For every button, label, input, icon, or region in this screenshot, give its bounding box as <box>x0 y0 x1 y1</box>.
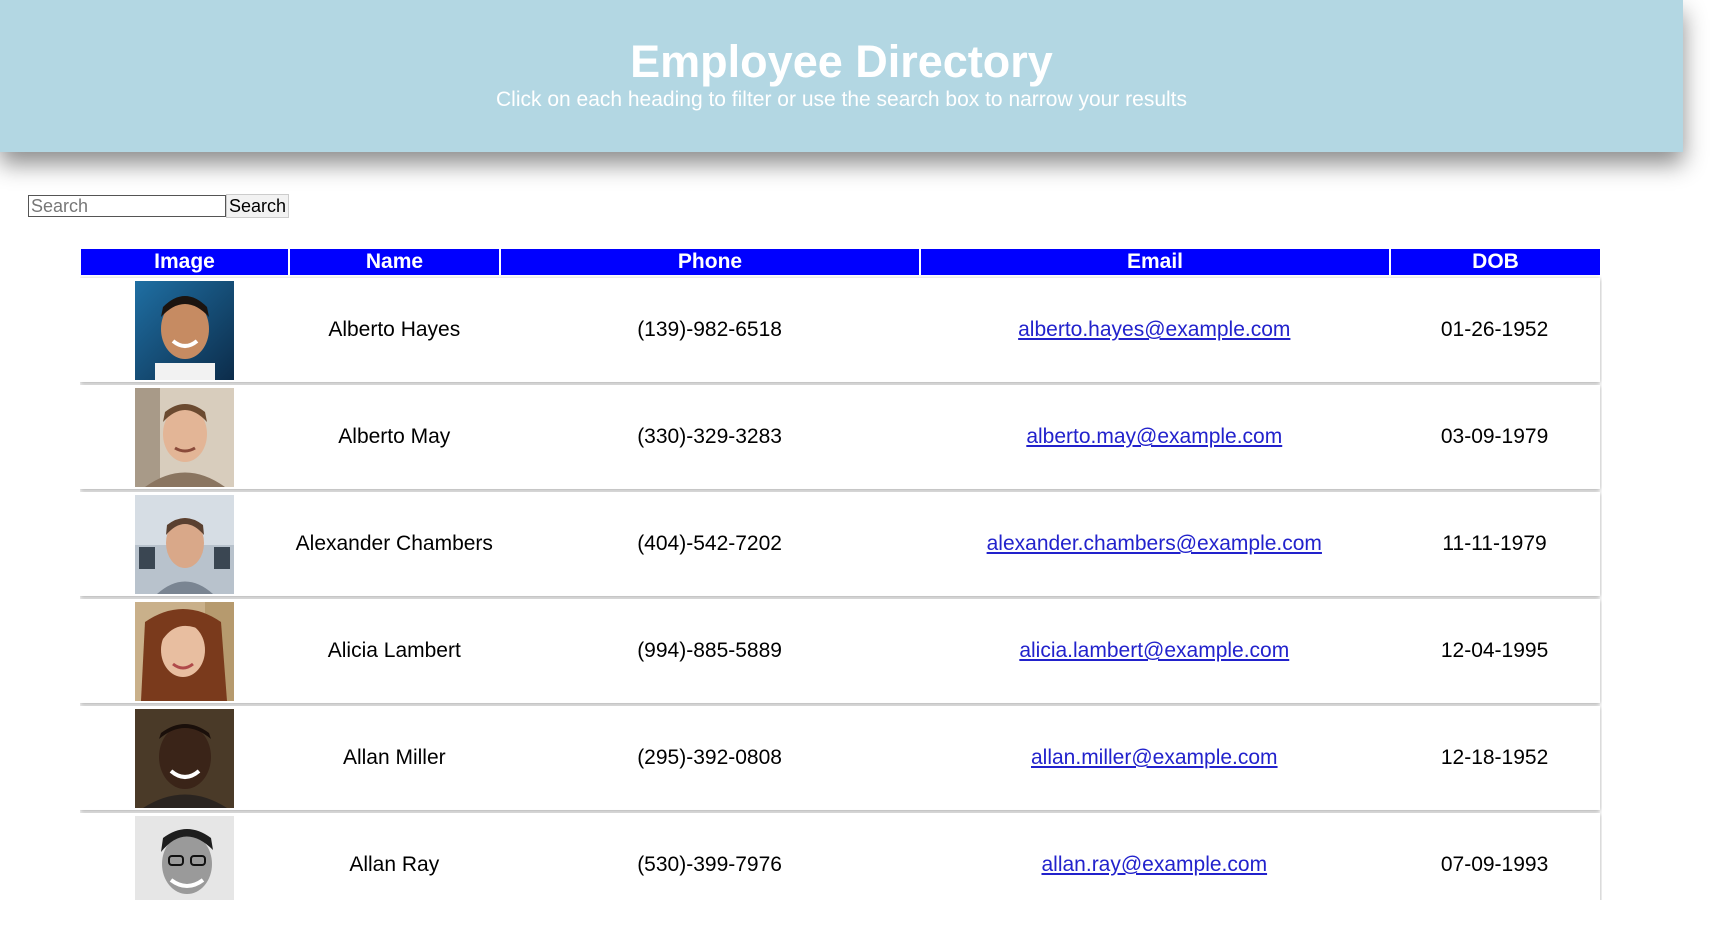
name-cell: Allan Miller <box>342 746 446 769</box>
dob-cell: 12-18-1952 <box>1440 746 1549 769</box>
name-cell: Alberto Hayes <box>328 318 461 341</box>
table-row: Alicia Lambert (994)-885-5889 alicia.lam… <box>80 599 1600 703</box>
image-cell <box>80 708 289 808</box>
phone-cell: (530)-399-7976 <box>637 853 782 876</box>
dob-cell: 11-11-1979 <box>1442 532 1547 555</box>
email-link[interactable]: alberto.may@example.com <box>1026 425 1282 448</box>
image-cell <box>80 280 289 380</box>
avatar <box>134 815 234 900</box>
search-button[interactable]: Search <box>226 194 290 218</box>
email-cell: alberto.may@example.com <box>919 425 1389 449</box>
column-header-name[interactable]: Name <box>290 249 499 275</box>
email-link[interactable]: allan.ray@example.com <box>1041 853 1267 876</box>
email-link[interactable]: alicia.lambert@example.com <box>1019 639 1289 662</box>
name-cell: Alexander Chambers <box>295 532 493 555</box>
page-title: Employee Directory <box>630 36 1053 87</box>
portrait-image <box>134 280 234 380</box>
phone-cell: (404)-542-7202 <box>637 532 782 555</box>
table-row: Alberto May (330)-329-3283 alberto.may@e… <box>80 385 1600 489</box>
email-link[interactable]: alexander.chambers@example.com <box>987 532 1322 555</box>
email-cell: alicia.lambert@example.com <box>919 639 1389 663</box>
page-subtitle: Click on each heading to filter or use t… <box>495 88 1188 111</box>
email-link[interactable]: allan.miller@example.com <box>1031 746 1278 769</box>
avatar <box>134 494 234 594</box>
email-cell: allan.miller@example.com <box>919 746 1389 770</box>
avatar <box>134 280 234 380</box>
portrait-image <box>134 494 234 594</box>
image-cell <box>80 815 289 900</box>
table-row: Alberto Hayes (139)-982-6518 alberto.hay… <box>80 278 1600 382</box>
portrait-image <box>134 601 234 701</box>
phone-cell: (139)-982-6518 <box>637 318 782 341</box>
portrait-image <box>134 708 234 808</box>
search-input[interactable] <box>28 195 226 217</box>
image-cell <box>80 387 289 487</box>
name-cell: Alberto May <box>338 425 451 448</box>
column-header-phone[interactable]: Phone <box>501 249 919 275</box>
email-cell: alberto.hayes@example.com <box>919 318 1389 342</box>
dob-cell: 07-09-1993 <box>1440 853 1549 876</box>
column-header-email[interactable]: Email <box>921 249 1389 275</box>
dob-cell: 12-04-1995 <box>1440 639 1549 662</box>
employee-table: Image Name Phone Email DOB Alberto Hayes… <box>80 249 1602 900</box>
column-header-dob[interactable]: DOB <box>1391 249 1600 275</box>
avatar <box>134 708 234 808</box>
portrait-image <box>134 387 234 487</box>
image-cell <box>80 601 289 701</box>
table-row: Alexander Chambers (404)-542-7202 alexan… <box>80 492 1600 596</box>
search-bar: Search <box>28 194 290 218</box>
email-cell: allan.ray@example.com <box>919 853 1389 877</box>
dob-cell: 03-09-1979 <box>1440 425 1549 448</box>
name-cell: Allan Ray <box>349 853 440 876</box>
phone-cell: (330)-329-3283 <box>637 425 782 448</box>
name-cell: Alicia Lambert <box>327 639 461 662</box>
phone-cell: (994)-885-5889 <box>637 639 782 662</box>
table-row: Allan Ray (530)-399-7976 allan.ray@examp… <box>80 813 1600 900</box>
table-row: Allan Miller (295)-392-0808 allan.miller… <box>80 706 1600 810</box>
avatar <box>134 601 234 701</box>
column-header-image[interactable]: Image <box>81 249 288 275</box>
portrait-image <box>134 815 234 900</box>
email-link[interactable]: alberto.hayes@example.com <box>1018 318 1290 341</box>
email-cell: alexander.chambers@example.com <box>919 532 1389 556</box>
avatar <box>134 387 234 487</box>
image-cell <box>80 494 289 594</box>
phone-cell: (295)-392-0808 <box>637 746 782 769</box>
table-header-row: Image Name Phone Email DOB <box>81 249 1602 275</box>
dob-cell: 01-26-1952 <box>1440 318 1549 341</box>
page-header: Employee Directory Click on each heading… <box>0 0 1683 152</box>
